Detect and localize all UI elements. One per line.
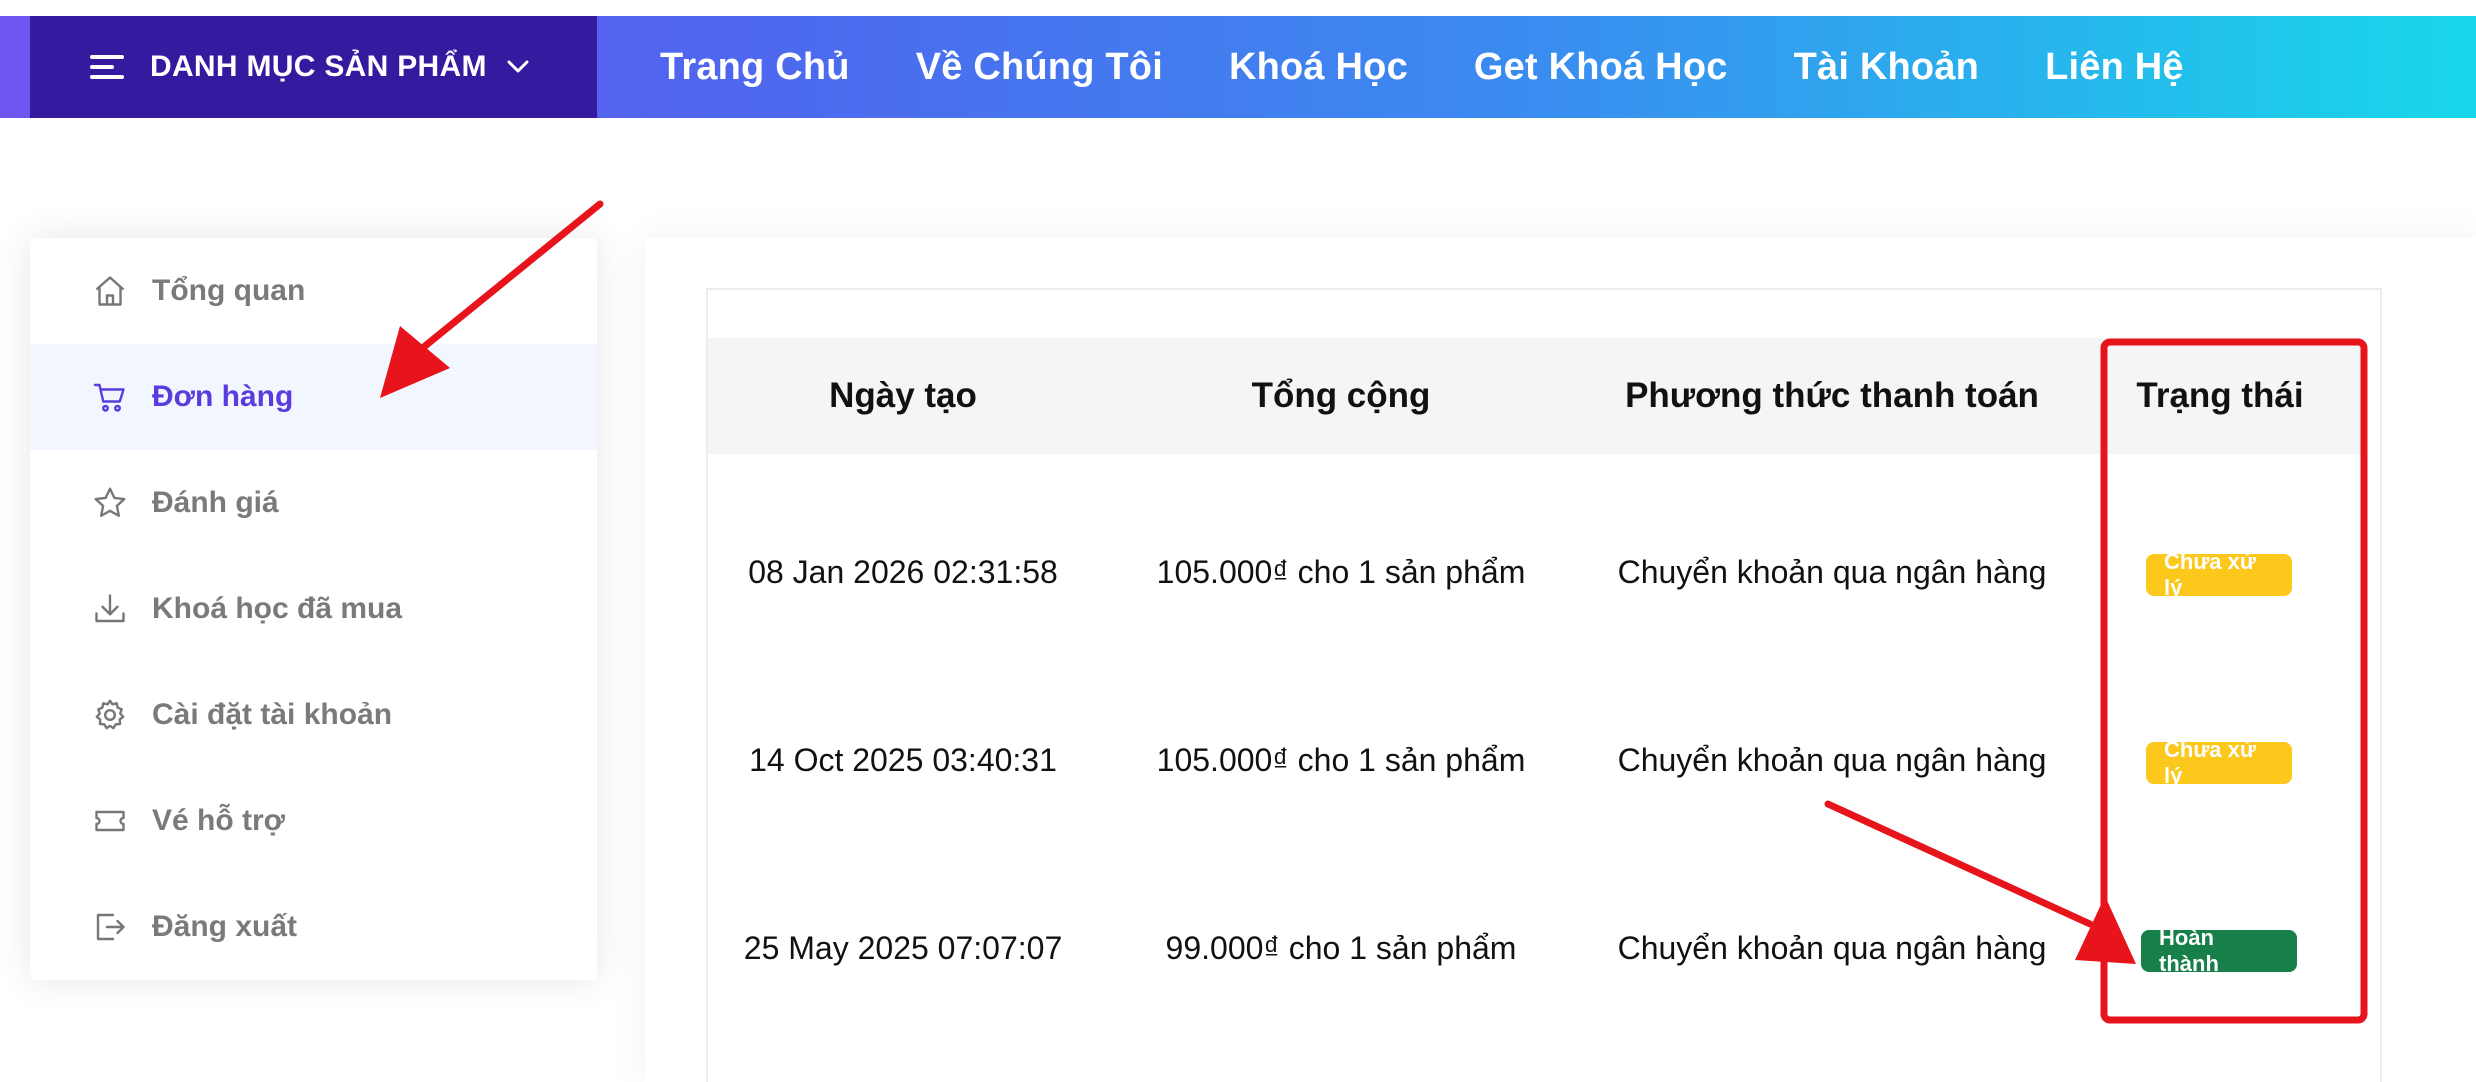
order-total: 99.000₫ cho 1 sản phẩm	[1165, 929, 1517, 966]
sidebar-item-logout[interactable]: Đăng xuất	[30, 874, 597, 980]
top-navigation-bar: DANH MỤC SẢN PHẨM Trang Chủ Về Chúng Tôi…	[0, 16, 2476, 118]
status-badge: Hoàn thành	[2141, 925, 2297, 976]
menu-icon	[90, 53, 124, 81]
download-icon	[95, 594, 125, 623]
nav-link-about[interactable]: Về Chúng Tôi	[916, 46, 1163, 89]
sidebar-item-purchased-courses[interactable]: Khoá học đã mua	[30, 556, 597, 662]
column-header-status: Trạng thái	[2136, 376, 2304, 415]
account-sidebar: Tổng quan Đơn hàng Đánh giá Khoá học đã …	[30, 238, 597, 980]
product-category-button[interactable]: DANH MỤC SẢN PHẨM	[30, 16, 597, 118]
cart-icon	[93, 383, 125, 412]
column-header-total: Tổng cộng	[1251, 376, 1431, 415]
main-nav: Trang Chủ Về Chúng Tôi Khoá Học Get Khoá…	[660, 16, 2184, 118]
nav-link-contact[interactable]: Liên Hệ	[2045, 46, 2184, 89]
page: DANH MỤC SẢN PHẨM Trang Chủ Về Chúng Tôi…	[0, 0, 2476, 1082]
order-payment-method: Chuyển khoản qua ngân hàng	[1617, 553, 2047, 590]
status-badge: Chưa xử lý	[2146, 549, 2292, 600]
sidebar-item-label: Tổng quan	[152, 274, 306, 307]
column-header-payment: Phương thức thanh toán	[1625, 376, 2039, 415]
chevron-down-icon	[507, 60, 529, 73]
logout-icon	[96, 913, 125, 941]
gear-icon	[95, 699, 125, 730]
order-payment-method: Chuyển khoản qua ngân hàng	[1617, 741, 2047, 778]
nav-link-courses[interactable]: Khoá Học	[1229, 46, 1408, 89]
order-total: 105.000₫ cho 1 sản phẩm	[1156, 741, 1526, 778]
product-category-label: DANH MỤC SẢN PHẨM	[150, 50, 487, 83]
nav-link-get-courses[interactable]: Get Khoá Học	[1474, 46, 1728, 89]
sidebar-item-support-tickets[interactable]: Vé hỗ trợ	[30, 768, 597, 874]
home-icon	[95, 276, 125, 306]
star-icon	[94, 487, 126, 517]
sidebar-item-orders[interactable]: Đơn hàng	[30, 344, 597, 450]
sidebar-item-label: Đánh giá	[152, 486, 279, 519]
sidebar-item-label: Vé hỗ trợ	[152, 804, 286, 837]
ticket-icon	[95, 810, 125, 832]
order-total: 105.000₫ cho 1 sản phẩm	[1156, 553, 1526, 590]
sidebar-item-reviews[interactable]: Đánh giá	[30, 450, 597, 556]
sidebar-item-overview[interactable]: Tổng quan	[30, 238, 597, 344]
order-date: 08 Jan 2026 02:31:58	[748, 553, 1058, 590]
sidebar-item-account-settings[interactable]: Cài đặt tài khoản	[30, 662, 597, 768]
status-badge: Chưa xử lý	[2146, 737, 2292, 788]
sidebar-item-label: Đăng xuất	[152, 910, 298, 943]
sidebar-item-label: Đơn hàng	[152, 380, 294, 413]
nav-link-account[interactable]: Tài Khoản	[1794, 46, 1979, 89]
order-date: 25 May 2025 07:07:07	[743, 929, 1063, 966]
sidebar-item-label: Cài đặt tài khoản	[152, 698, 393, 731]
order-date: 14 Oct 2025 03:40:31	[749, 741, 1057, 778]
nav-link-home[interactable]: Trang Chủ	[660, 46, 850, 89]
column-header-date: Ngày tạo	[829, 376, 977, 415]
sidebar-item-label: Khoá học đã mua	[152, 592, 403, 625]
order-payment-method: Chuyển khoản qua ngân hàng	[1617, 929, 2047, 966]
